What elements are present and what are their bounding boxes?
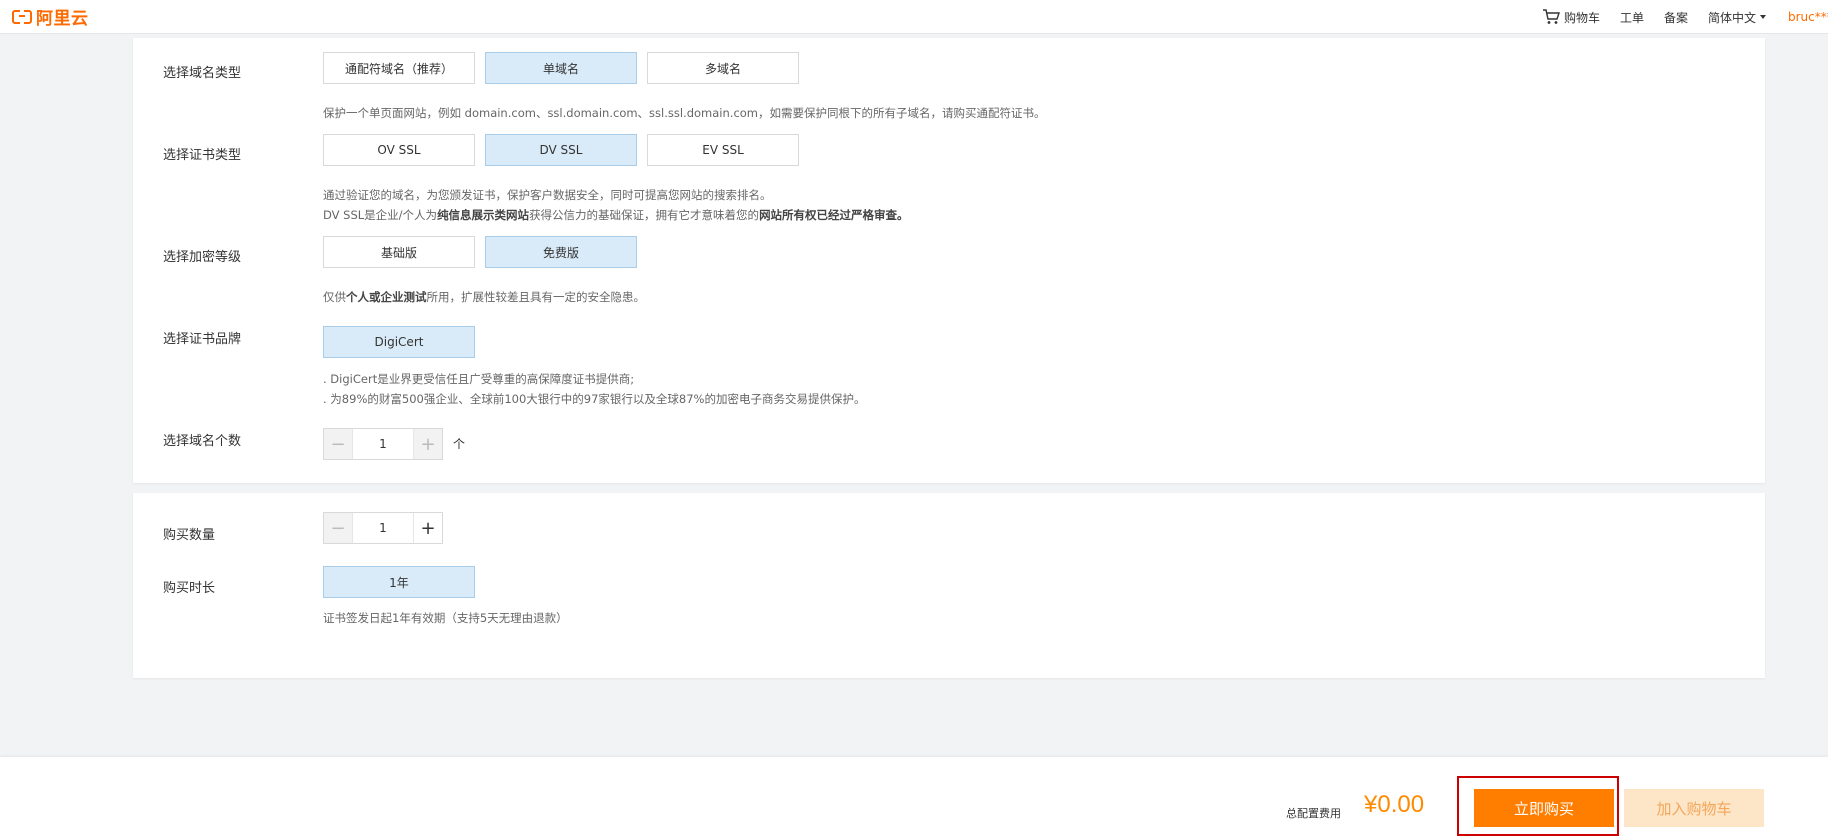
user-account[interactable]: bruc*** xyxy=(1788,10,1828,24)
domain-type-label: 选择域名类型 xyxy=(163,66,242,81)
option-single-domain[interactable]: 单域名 xyxy=(485,52,637,84)
cart-icon xyxy=(1542,9,1560,24)
plus-icon[interactable]: + xyxy=(414,513,442,543)
nav-language[interactable]: 简体中文 xyxy=(1708,9,1766,26)
brand-label: 选择证书品牌 xyxy=(163,332,242,347)
config-panel: 选择域名类型 通配符域名（推荐） 单域名 多域名 保护一个单页面网站，例如 do… xyxy=(133,38,1765,483)
buy-now-button[interactable]: 立即购买 xyxy=(1474,789,1614,827)
aliyun-logo[interactable]: 阿里云 xyxy=(12,4,89,29)
logo-text: 阿里云 xyxy=(36,9,89,29)
quantity-value[interactable]: 1 xyxy=(352,513,414,543)
duration-label: 购买时长 xyxy=(163,581,216,596)
purchase-panel: 购买数量 − 1 + 购买时长 1年 证书签发日起1年有效期（支持5天无理由退款… xyxy=(133,493,1765,678)
option-1-year[interactable]: 1年 xyxy=(323,566,475,598)
quantity-stepper: − 1 + xyxy=(323,512,443,544)
domain-count-unit: 个 xyxy=(453,437,466,451)
encryption-label: 选择加密等级 xyxy=(163,250,242,265)
option-basic[interactable]: 基础版 xyxy=(323,236,475,268)
option-wildcard-domain[interactable]: 通配符域名（推荐） xyxy=(323,52,475,84)
cert-type-desc-1: 通过验证您的域名，为您颁发证书，保护客户数据安全，同时可提高您网站的搜索排名。 xyxy=(323,188,772,202)
domain-count-stepper: − 1 + xyxy=(323,428,443,460)
nav-cart[interactable]: 购物车 xyxy=(1542,9,1600,26)
cert-type-desc-2: DV SSL是企业/个人为纯信息展示类网站获得公信力的基础保证，拥有它才意味着您… xyxy=(323,208,909,222)
aliyun-logo-icon xyxy=(12,8,32,25)
domain-count-label: 选择域名个数 xyxy=(163,434,242,449)
plus-icon[interactable]: + xyxy=(414,429,442,459)
nav-filing[interactable]: 备案 xyxy=(1664,9,1688,26)
option-ov-ssl[interactable]: OV SSL xyxy=(323,134,475,166)
nav-cart-label: 购物车 xyxy=(1563,10,1600,25)
brand-desc-2: . 为89%的财富500强企业、全球前100大银行中的97家银行以及全球87%的… xyxy=(323,392,866,406)
brand-desc-1: . DigiCert是业界更受信任且广受尊重的高保障度证书提供商; xyxy=(323,372,635,386)
option-free[interactable]: 免费版 xyxy=(485,236,637,268)
option-digicert[interactable]: DigiCert xyxy=(323,326,475,358)
quantity-label: 购买数量 xyxy=(163,528,216,543)
total-label: 总配置费用 xyxy=(1286,807,1341,820)
nav-ticket[interactable]: 工单 xyxy=(1620,9,1644,26)
domain-count-value[interactable]: 1 xyxy=(352,429,414,459)
checkout-bar: 总配置费用 ¥0.00 立即购买 加入购物车 xyxy=(0,757,1828,837)
duration-desc: 证书签发日起1年有效期（支持5天无理由退款） xyxy=(323,611,568,625)
add-to-cart-button[interactable]: 加入购物车 xyxy=(1624,789,1764,827)
option-ev-ssl[interactable]: EV SSL xyxy=(647,134,799,166)
encryption-desc: 仅供个人或企业测试所用，扩展性较差且具有一定的安全隐患。 xyxy=(323,290,645,304)
option-multi-domain[interactable]: 多域名 xyxy=(647,52,799,84)
nav-right: 购物车 工单 备案 简体中文 bruc*** xyxy=(1522,0,1828,34)
total-price: ¥0.00 xyxy=(1364,791,1425,818)
chevron-down-icon xyxy=(1760,15,1766,19)
option-dv-ssl[interactable]: DV SSL xyxy=(485,134,637,166)
cert-type-label: 选择证书类型 xyxy=(163,148,242,163)
minus-icon[interactable]: − xyxy=(324,513,352,543)
language-label: 简体中文 xyxy=(1707,10,1756,25)
minus-icon[interactable]: − xyxy=(324,429,352,459)
domain-type-desc: 保护一个单页面网站，例如 domain.com、ssl.domain.com、s… xyxy=(323,106,1046,120)
top-nav: 阿里云 购物车 工单 备案 简体中文 bruc*** xyxy=(0,0,1828,34)
